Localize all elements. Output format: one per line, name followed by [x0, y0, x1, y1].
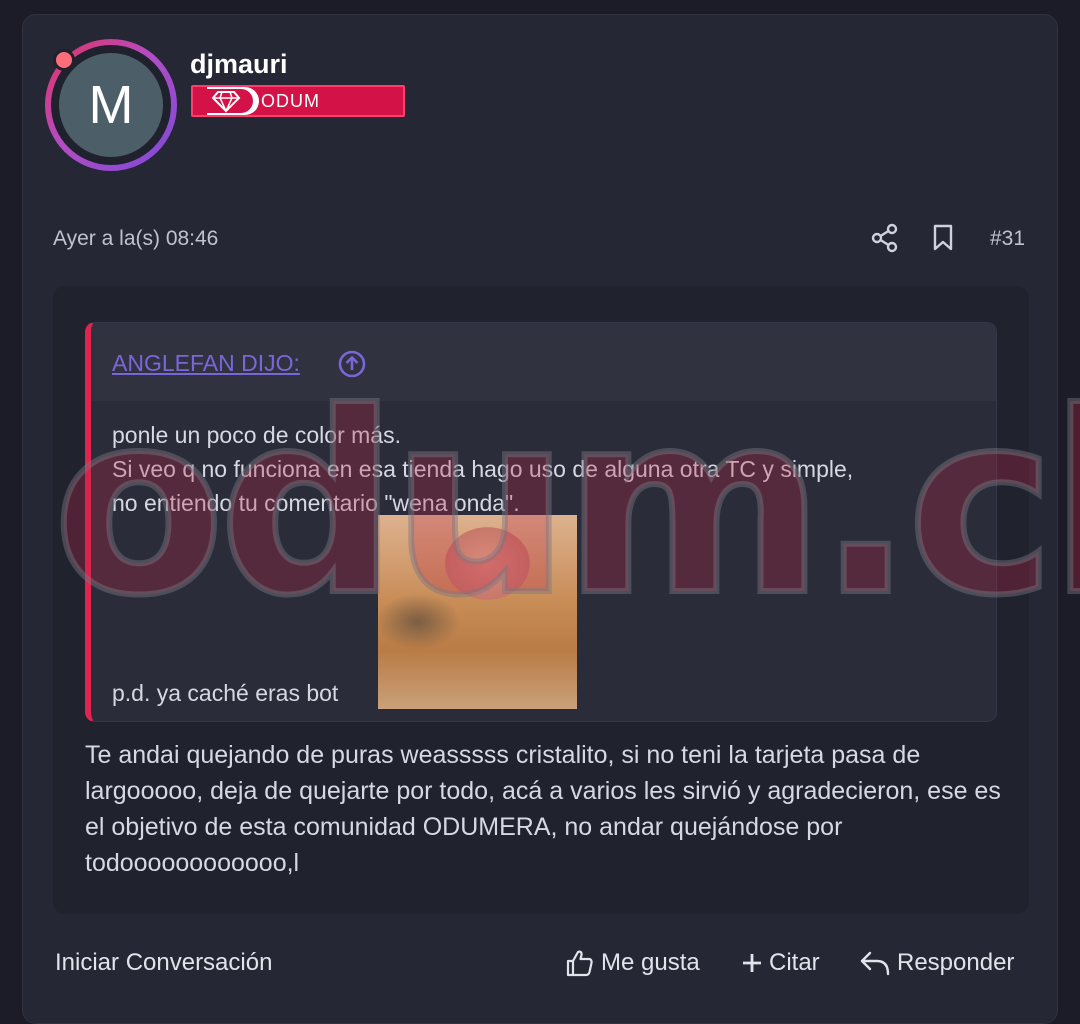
- bookmark-icon[interactable]: [931, 223, 955, 253]
- quote-author-link[interactable]: ANGLEFAN DIJO:: [112, 350, 300, 377]
- quote-gif-image[interactable]: [378, 515, 577, 709]
- username[interactable]: djmauri: [190, 49, 288, 80]
- quote-block: ANGLEFAN DIJO: ponle un poco de color má…: [85, 322, 997, 722]
- avatar-ring[interactable]: M: [45, 39, 177, 171]
- quote-button[interactable]: Citar: [741, 947, 820, 979]
- post-body: ANGLEFAN DIJO: ponle un poco de color má…: [53, 286, 1029, 914]
- quote-label: Citar: [769, 949, 820, 976]
- quote-text: ponle un poco de color más. Si veo q no …: [112, 418, 992, 520]
- quote-line: ponle un poco de color más.: [112, 422, 401, 448]
- start-conversation-link[interactable]: Iniciar Conversación: [55, 949, 272, 977]
- like-button[interactable]: Me gusta: [565, 947, 700, 979]
- reply-label: Responder: [897, 949, 1015, 976]
- avatar[interactable]: M: [59, 53, 163, 157]
- gem-icon: [211, 91, 241, 113]
- share-icon[interactable]: [871, 223, 899, 253]
- thumbs-up-icon: [566, 950, 593, 977]
- like-label: Me gusta: [601, 949, 700, 976]
- quote-line: Si veo q no funciona en esa tienda hago …: [112, 456, 854, 482]
- post-card: M djmauri ODUM Ayer a la(s) 08:46 #31 AN…: [22, 14, 1080, 1024]
- online-status-dot: [53, 49, 75, 71]
- badge-icon-frame: [207, 87, 259, 115]
- reply-text: Te andai quejando de puras weasssss cris…: [85, 741, 1001, 877]
- reply-button[interactable]: Responder: [859, 947, 1014, 979]
- badge-icon-bg: [207, 89, 253, 113]
- plus-icon: [743, 954, 761, 972]
- user-badge: ODUM: [191, 85, 405, 117]
- reply-arrow-icon: [860, 951, 890, 976]
- post-timestamp[interactable]: Ayer a la(s) 08:46: [53, 227, 218, 251]
- quote-postscript: p.d. ya caché eras bot: [112, 680, 339, 706]
- circle-arrow-up-icon[interactable]: [337, 349, 367, 379]
- badge-label: ODUM: [261, 91, 320, 111]
- post-number[interactable]: #31: [990, 227, 1025, 251]
